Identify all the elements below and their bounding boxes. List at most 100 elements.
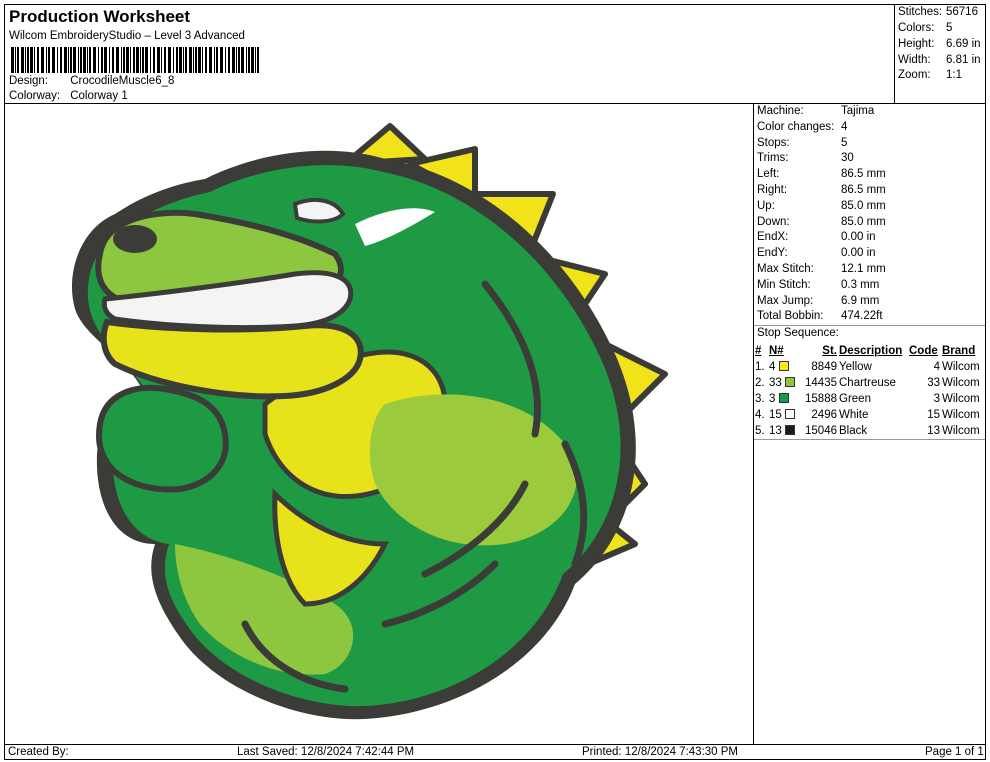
stop-stitches: 8849 — [811, 361, 837, 373]
color-swatch — [778, 393, 789, 403]
info-row: Trims: 30 — [757, 152, 854, 164]
stop-description: White — [839, 409, 869, 421]
stop-code: 13 — [908, 423, 941, 440]
color-swatch — [785, 409, 795, 419]
last-saved: Last Saved: 12/8/2024 7:42:44 PM — [237, 746, 415, 758]
worksheet-header: Production Worksheet Wilcom EmbroiderySt… — [4, 4, 895, 104]
info-value: 474.22ft — [841, 310, 883, 323]
stat-label: Colors: — [898, 22, 935, 34]
color-swatch — [785, 377, 795, 387]
needle-number: 13 — [769, 424, 782, 437]
stop-row: 5. 13 15046 Black 13 Wilcom — [754, 423, 985, 440]
info-row: Right: 86.5 mm — [757, 184, 886, 196]
info-label: Max Stitch: — [757, 263, 814, 275]
stop-row: 1. 4 8849 Yellow 4 Wilcom — [754, 359, 985, 375]
info-row: EndY: 0.00 in — [757, 247, 876, 259]
info-row: Max Stitch: 12.1 mm — [757, 263, 886, 275]
info-value: 0.3 mm — [841, 278, 880, 291]
software-subtitle: Wilcom EmbroideryStudio – Level 3 Advanc… — [9, 30, 245, 42]
stop-stitches: 15888 — [805, 393, 837, 405]
info-value: 6.9 mm — [841, 294, 880, 307]
needle-number: 33 — [769, 377, 782, 389]
stat-width: Width: 6.81 in — [898, 54, 981, 66]
col-brand: Brand — [942, 345, 976, 357]
barcode — [11, 47, 259, 73]
stop-sequence-title: Stop Sequence: — [757, 327, 839, 339]
stop-brand: Wilcom — [941, 423, 985, 440]
info-label: Down: — [757, 215, 790, 228]
info-label: EndX: — [757, 231, 789, 244]
created-by: Created By: — [8, 746, 69, 758]
stat-label: Zoom: — [898, 69, 931, 81]
design-label: Design: — [9, 75, 48, 87]
stop-code: 15 — [927, 409, 940, 421]
info-row: Min Stitch: 0.3 mm — [757, 279, 879, 291]
info-label: Min Stitch: — [757, 278, 811, 291]
stop-brand: Wilcom — [942, 393, 980, 405]
info-label: Max Jump: — [757, 294, 814, 307]
machine-info-panel: Machine: Tajima Color changes: 4 Stops: 5 Trim… — [753, 103, 986, 745]
stop-description: Chartreuse — [839, 377, 896, 389]
stop-code: 4 — [933, 361, 940, 373]
info-row: EndX: 0.00 in — [757, 231, 876, 243]
info-label: Left: — [757, 168, 780, 181]
stats-box: Stitches: 56716 Colors: 5 Height: 6.69 in W… — [894, 4, 986, 104]
info-row: Machine: Tajima — [757, 105, 874, 117]
info-label: EndY: — [757, 247, 788, 260]
page-number: Page 1 of 1 — [925, 746, 984, 758]
stop-row: 4. 15 2496 White 15 Wilcom — [754, 407, 985, 423]
stop-needle: 15 — [768, 407, 798, 423]
stop-needle: 33 — [768, 375, 798, 391]
stat-value: 56716 — [946, 6, 978, 18]
info-row: Down: 85.0 mm — [757, 216, 886, 228]
stat-value: 6.69 in — [946, 38, 981, 50]
info-label: Stops: — [757, 136, 790, 149]
color-swatch — [785, 424, 795, 435]
stop-table-header: # N# St. Description Code Brand — [754, 343, 985, 359]
stop-num: 2. — [755, 377, 765, 389]
stop-needle: 3 — [768, 391, 798, 407]
col-code: Code — [909, 345, 938, 357]
info-row: Stops: 5 — [757, 137, 847, 149]
info-label: Up: — [757, 199, 775, 212]
design-value: CrocodileMuscle6_8 — [70, 75, 175, 87]
needle-number: 15 — [769, 409, 782, 421]
stat-label: Width: — [898, 54, 931, 66]
col-n: N# — [769, 345, 784, 357]
stop-needle: 13 — [768, 423, 798, 440]
stop-stitches: 2496 — [811, 409, 837, 421]
info-value: 12.1 mm — [841, 263, 886, 275]
divider — [754, 325, 985, 326]
fist — [96, 384, 229, 493]
info-value: 0.00 in — [841, 231, 876, 244]
stop-num: 1. — [755, 361, 765, 373]
stop-num: 3. — [755, 393, 765, 405]
info-label: Machine: — [757, 105, 804, 117]
stop-code: 3 — [933, 393, 940, 405]
colorway-row: Colorway: Colorway 1 — [9, 90, 128, 102]
info-value: 85.0 mm — [841, 199, 886, 212]
col-num: # — [755, 345, 762, 357]
info-row: Color changes: 4 — [757, 121, 847, 133]
info-label: Trims: — [757, 152, 789, 165]
stat-colors: Colors: 5 — [898, 22, 952, 34]
stop-description: Black — [838, 423, 908, 440]
nostril — [113, 225, 157, 253]
stop-num: 5. — [754, 423, 768, 440]
info-value: 0.00 in — [841, 247, 876, 260]
design-row: Design: CrocodileMuscle6_8 — [9, 75, 174, 87]
info-row: Up: 85.0 mm — [757, 200, 886, 212]
needle-number: 3 — [769, 393, 776, 405]
crocodile-embroidery-image — [71, 123, 668, 720]
stop-num: 4. — [755, 409, 765, 421]
stat-value: 1:1 — [946, 69, 962, 81]
col-st: St. — [822, 345, 837, 357]
page-title: Production Worksheet — [9, 7, 191, 26]
info-value: 4 — [841, 120, 848, 133]
info-label: Right: — [757, 184, 788, 196]
info-row: Max Jump: 6.9 mm — [757, 295, 879, 307]
info-row: Total Bobbin: 474.22ft — [757, 310, 883, 322]
colorway-label: Colorway: — [9, 90, 61, 102]
page-footer: Created By: Last Saved: 12/8/2024 7:42:4… — [4, 744, 986, 760]
stop-needle: 4 — [768, 359, 798, 375]
